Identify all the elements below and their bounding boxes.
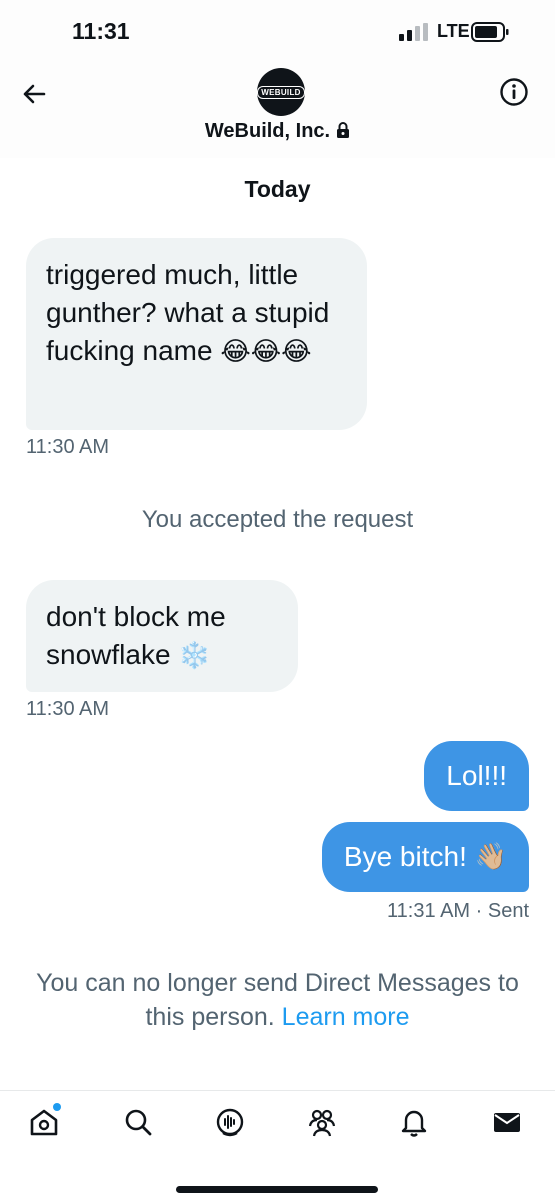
signal-icon	[399, 23, 428, 41]
incoming-message-bubble[interactable]: triggered much, little gunther? what a s…	[26, 238, 367, 430]
learn-more-link[interactable]: Learn more	[282, 1003, 410, 1031]
spaces-icon[interactable]	[214, 1106, 246, 1138]
home-indicator	[176, 1186, 378, 1193]
status-time: 11:31	[72, 18, 130, 44]
outgoing-message-bubble[interactable]: Bye bitch! 👋🏼	[321, 822, 529, 892]
message-timestamp: 11:31 AM · Sent	[387, 900, 529, 923]
tab-bar-divider	[0, 1090, 555, 1091]
search-icon[interactable]	[122, 1106, 154, 1138]
communities-icon[interactable]	[306, 1106, 338, 1138]
messages-icon[interactable]	[491, 1106, 523, 1138]
dm-disabled-notice: You can no longer send Direct Messages t…	[14, 966, 541, 1034]
back-arrow-icon[interactable]	[18, 78, 50, 110]
notification-dot	[53, 1103, 61, 1111]
incoming-message-bubble[interactable]: don't block me snowflake ❄️	[26, 580, 298, 692]
date-separator: Today	[244, 176, 311, 202]
info-icon[interactable]	[499, 77, 529, 107]
conversation-header: WEBUILD WeBuild, Inc.	[0, 60, 555, 158]
message-text: Lol!!!	[446, 760, 507, 791]
status-bar: 11:31 LTE	[0, 0, 555, 60]
contact-name: WeBuild, Inc.	[204, 120, 331, 142]
network-label: LTE	[437, 21, 470, 41]
avatar[interactable]: WEBUILD	[257, 68, 305, 116]
dm-disabled-text: You can no longer send Direct Messages t…	[36, 969, 519, 1031]
avatar-logo-text: WEBUILD	[257, 85, 305, 99]
sent-status: · Sent	[475, 900, 529, 922]
conversation-title[interactable]: WeBuild, Inc.	[0, 120, 555, 143]
notifications-icon[interactable]	[398, 1106, 430, 1138]
battery-icon	[471, 22, 509, 42]
sent-time: 11:31 AM	[387, 900, 471, 922]
request-accepted-note: You accepted the request	[141, 506, 414, 533]
message-text: Bye bitch!	[343, 841, 467, 872]
message-timestamp: 11:30 AM	[26, 698, 110, 720]
lock-icon	[337, 122, 350, 138]
message-emoji: ❄️	[178, 641, 211, 671]
message-timestamp: 11:30 AM	[26, 436, 110, 458]
message-emoji: 👋🏼	[474, 842, 507, 872]
message-emoji: 😂😂😂	[220, 337, 312, 367]
outgoing-message-bubble[interactable]: Lol!!!	[424, 741, 529, 811]
